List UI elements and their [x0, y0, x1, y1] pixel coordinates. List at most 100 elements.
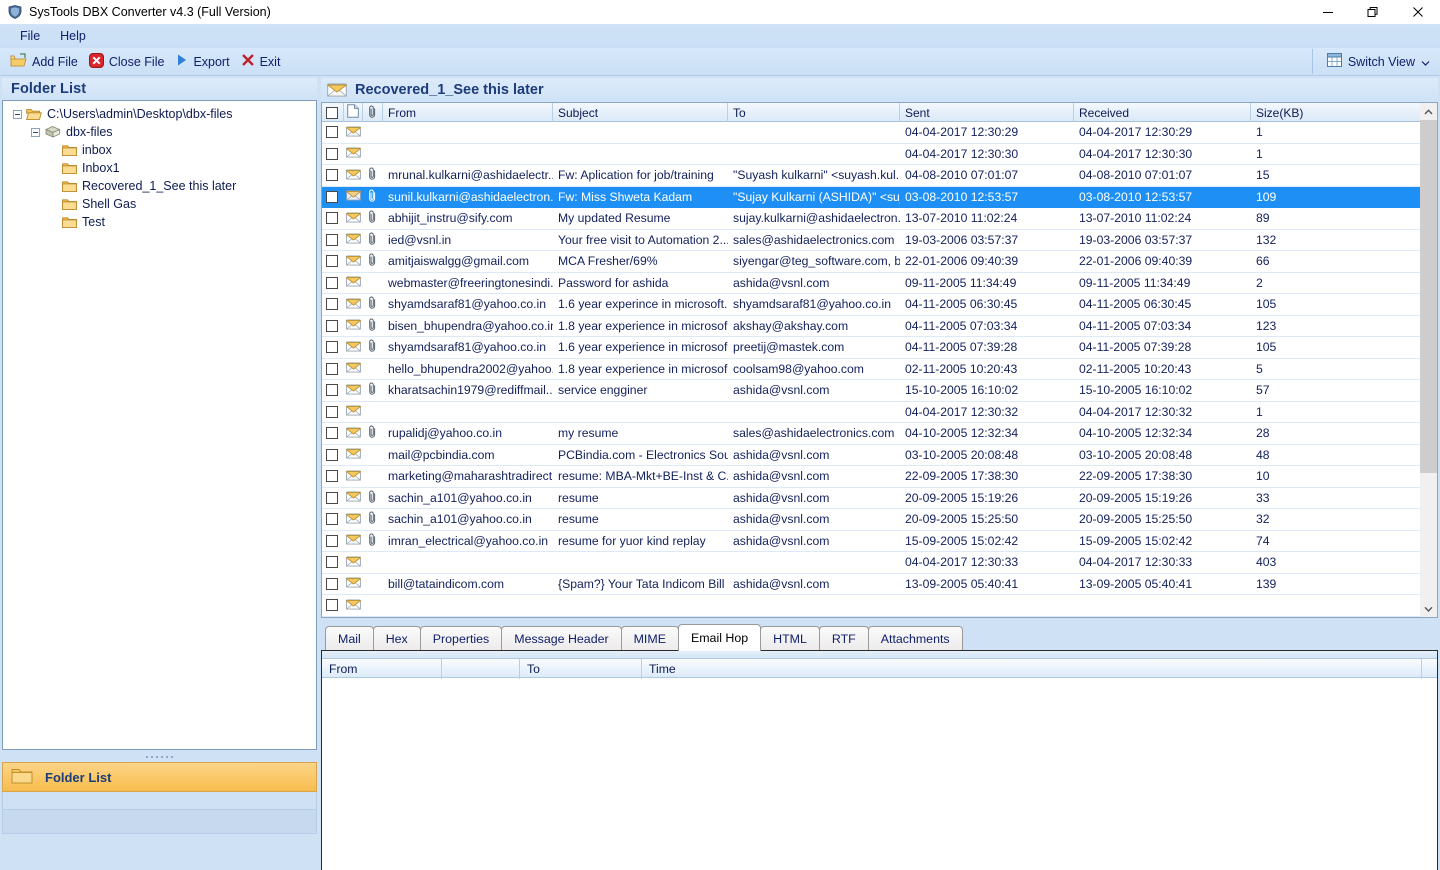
close-file-button[interactable]: Close File — [85, 51, 172, 73]
row-checkbox[interactable] — [326, 556, 338, 569]
tree-node-shell-gas[interactable]: Shell Gas — [3, 195, 316, 213]
tab-attachments[interactable]: Attachments — [867, 626, 963, 651]
row-checkbox[interactable] — [326, 448, 338, 461]
hop-table-header[interactable]: From To Time — [322, 658, 1437, 679]
tab-email-hop[interactable]: Email Hop — [677, 624, 762, 651]
row-checkbox-cell[interactable] — [322, 341, 344, 354]
row-checkbox-cell[interactable] — [322, 427, 344, 440]
row-checkbox-cell[interactable] — [322, 491, 344, 504]
message-row[interactable]: sachin_a101@yahoo.co.in resume ashida@vsnl… — [322, 509, 1437, 531]
column-header-subject[interactable]: Subject — [553, 103, 728, 122]
message-row[interactable]: 04-04-2017 12:30:32 04-04-2017 12:30:32 1 — [322, 402, 1437, 423]
message-row[interactable]: sunil.kulkarni@ashidaelectron... Fw: Miss… — [322, 186, 1437, 208]
tree-expander-collapse-icon[interactable] — [31, 127, 40, 137]
message-row[interactable]: rupalidj@yahoo.co.in my resume sales@ashid… — [322, 423, 1437, 445]
row-checkbox[interactable] — [326, 491, 338, 504]
row-checkbox-cell[interactable] — [322, 513, 344, 526]
row-checkbox[interactable] — [326, 276, 338, 289]
row-checkbox-cell[interactable] — [322, 212, 344, 225]
tab-rtf[interactable]: RTF — [818, 626, 869, 651]
row-checkbox[interactable] — [326, 513, 338, 526]
column-header-from[interactable]: From — [383, 103, 553, 122]
message-grid-rows[interactable]: 04-04-2017 12:30:29 04-04-2017 12:30:29 1 0… — [322, 122, 1437, 617]
tab-hex[interactable]: Hex — [372, 626, 421, 651]
add-file-button[interactable]: Add File — [6, 51, 85, 73]
message-row[interactable]: 04-04-2017 12:30:33 04-04-2017 12:30:33 40… — [322, 552, 1437, 574]
row-checkbox-cell[interactable] — [322, 276, 344, 289]
row-checkbox[interactable] — [326, 341, 338, 354]
row-checkbox-cell[interactable] — [322, 534, 344, 547]
column-header-to[interactable]: To — [728, 103, 900, 122]
message-grid-header[interactable]: From Subject To Sent Received Size(KB) — [322, 103, 1437, 122]
row-checkbox-cell[interactable] — [322, 470, 344, 483]
message-row[interactable]: 04-04-2017 12:30:29 04-04-2017 12:30:29 1 — [322, 122, 1437, 144]
close-icon[interactable] — [1395, 0, 1440, 24]
switch-view-button[interactable]: Switch View — [1321, 51, 1436, 72]
row-checkbox-cell[interactable] — [322, 319, 344, 332]
row-checkbox[interactable] — [326, 599, 338, 612]
minimize-icon[interactable] — [1305, 0, 1350, 24]
row-checkbox-cell[interactable] — [322, 599, 344, 612]
message-grid[interactable]: From Subject To Sent Received Size(KB) 04-04-… — [321, 102, 1438, 618]
row-checkbox[interactable] — [326, 577, 338, 590]
row-checkbox[interactable] — [326, 126, 338, 139]
message-row[interactable]: bill@tataindicom.com {Spam?} Your Tata In… — [322, 574, 1437, 595]
row-checkbox[interactable] — [326, 405, 338, 418]
folder-tree[interactable]: C:\Users\admin\Desktop\dbx-files dbx-file… — [2, 100, 317, 750]
row-checkbox-cell[interactable] — [322, 190, 344, 203]
message-row[interactable]: sachin_a101@yahoo.co.in resume ashida@vsnl… — [322, 488, 1437, 509]
tree-node-c-users-admin-desktop-dbx-files[interactable]: C:\Users\admin\Desktop\dbx-files — [3, 105, 316, 123]
row-checkbox[interactable] — [326, 212, 338, 225]
row-checkbox-cell[interactable] — [322, 448, 344, 461]
row-checkbox-cell[interactable] — [322, 147, 344, 160]
message-row[interactable]: shyamdsaraf81@yahoo.co.in 1.6 year experi… — [322, 294, 1437, 316]
row-checkbox[interactable] — [326, 362, 338, 375]
column-header-received[interactable]: Received — [1074, 103, 1251, 122]
column-header-sent[interactable]: Sent — [900, 103, 1074, 122]
message-row[interactable]: 04-04-2017 12:30:30 04-04-2017 12:30:30 1 — [322, 144, 1437, 165]
column-header-size[interactable]: Size(KB) — [1251, 103, 1422, 122]
row-checkbox-cell[interactable] — [322, 362, 344, 375]
exit-button[interactable]: Exit — [237, 51, 288, 72]
tab-html[interactable]: HTML — [760, 626, 820, 651]
message-row[interactable]: webmaster@freeringtonesindi... Password f… — [322, 273, 1437, 294]
column-header-read[interactable] — [344, 103, 363, 122]
row-checkbox[interactable] — [326, 319, 338, 332]
tab-message-header[interactable]: Message Header — [501, 626, 622, 651]
tab-properties[interactable]: Properties — [419, 626, 503, 651]
hop-column-header-time[interactable]: Time — [642, 659, 1422, 679]
hop-column-header-blank[interactable] — [442, 659, 520, 679]
menu-item-help[interactable]: Help — [50, 27, 96, 45]
row-checkbox[interactable] — [326, 298, 338, 311]
column-header-check[interactable] — [322, 103, 344, 122]
row-checkbox-cell[interactable] — [322, 298, 344, 311]
scrollbar-thumb[interactable] — [1420, 120, 1437, 473]
select-all-checkbox[interactable] — [326, 106, 338, 119]
tree-node-inbox[interactable]: inbox — [3, 141, 316, 159]
tree-node-test[interactable]: Test — [3, 213, 316, 231]
column-header-attach[interactable] — [363, 103, 383, 122]
message-row[interactable]: abhijit_instru@sify.com My updated Resume… — [322, 208, 1437, 230]
tab-mail[interactable]: Mail — [325, 626, 374, 651]
message-row[interactable]: shyamdsaraf81@yahoo.co.in 1.6 year experi… — [322, 337, 1437, 359]
message-row[interactable]: ied@vsnl.in Your free visit to Automation… — [322, 230, 1437, 251]
tree-node-inbox1[interactable]: Inbox1 — [3, 159, 316, 177]
scroll-down-icon[interactable] — [1420, 600, 1437, 617]
message-row[interactable]: kharatsachin1979@rediffmail.... service e… — [322, 380, 1437, 402]
row-checkbox[interactable] — [326, 190, 338, 203]
row-checkbox-cell[interactable] — [322, 384, 344, 397]
message-row[interactable]: marketing@maharashtradirect... resume: MB… — [322, 466, 1437, 488]
row-checkbox-cell[interactable] — [322, 233, 344, 246]
row-checkbox[interactable] — [326, 233, 338, 246]
row-checkbox[interactable] — [326, 147, 338, 160]
message-row[interactable]: mrunal.kulkarni@ashidaelectr... Fw: Aplic… — [322, 165, 1437, 187]
tree-node-recovered-1-see-this-later[interactable]: Recovered_1_See this later — [3, 177, 316, 195]
message-row[interactable]: hello_bhupendra2002@yahoo... 1.8 year exp… — [322, 359, 1437, 380]
row-checkbox[interactable] — [326, 384, 338, 397]
message-row[interactable] — [322, 595, 1437, 617]
message-row[interactable]: mail@pcbindia.com PCBindia.com - Electron… — [322, 445, 1437, 466]
message-grid-scrollbar[interactable] — [1420, 103, 1437, 617]
message-row[interactable]: imran_electrical@yahoo.co.in resume for y… — [322, 531, 1437, 552]
row-checkbox[interactable] — [326, 255, 338, 268]
row-checkbox[interactable] — [326, 169, 338, 182]
